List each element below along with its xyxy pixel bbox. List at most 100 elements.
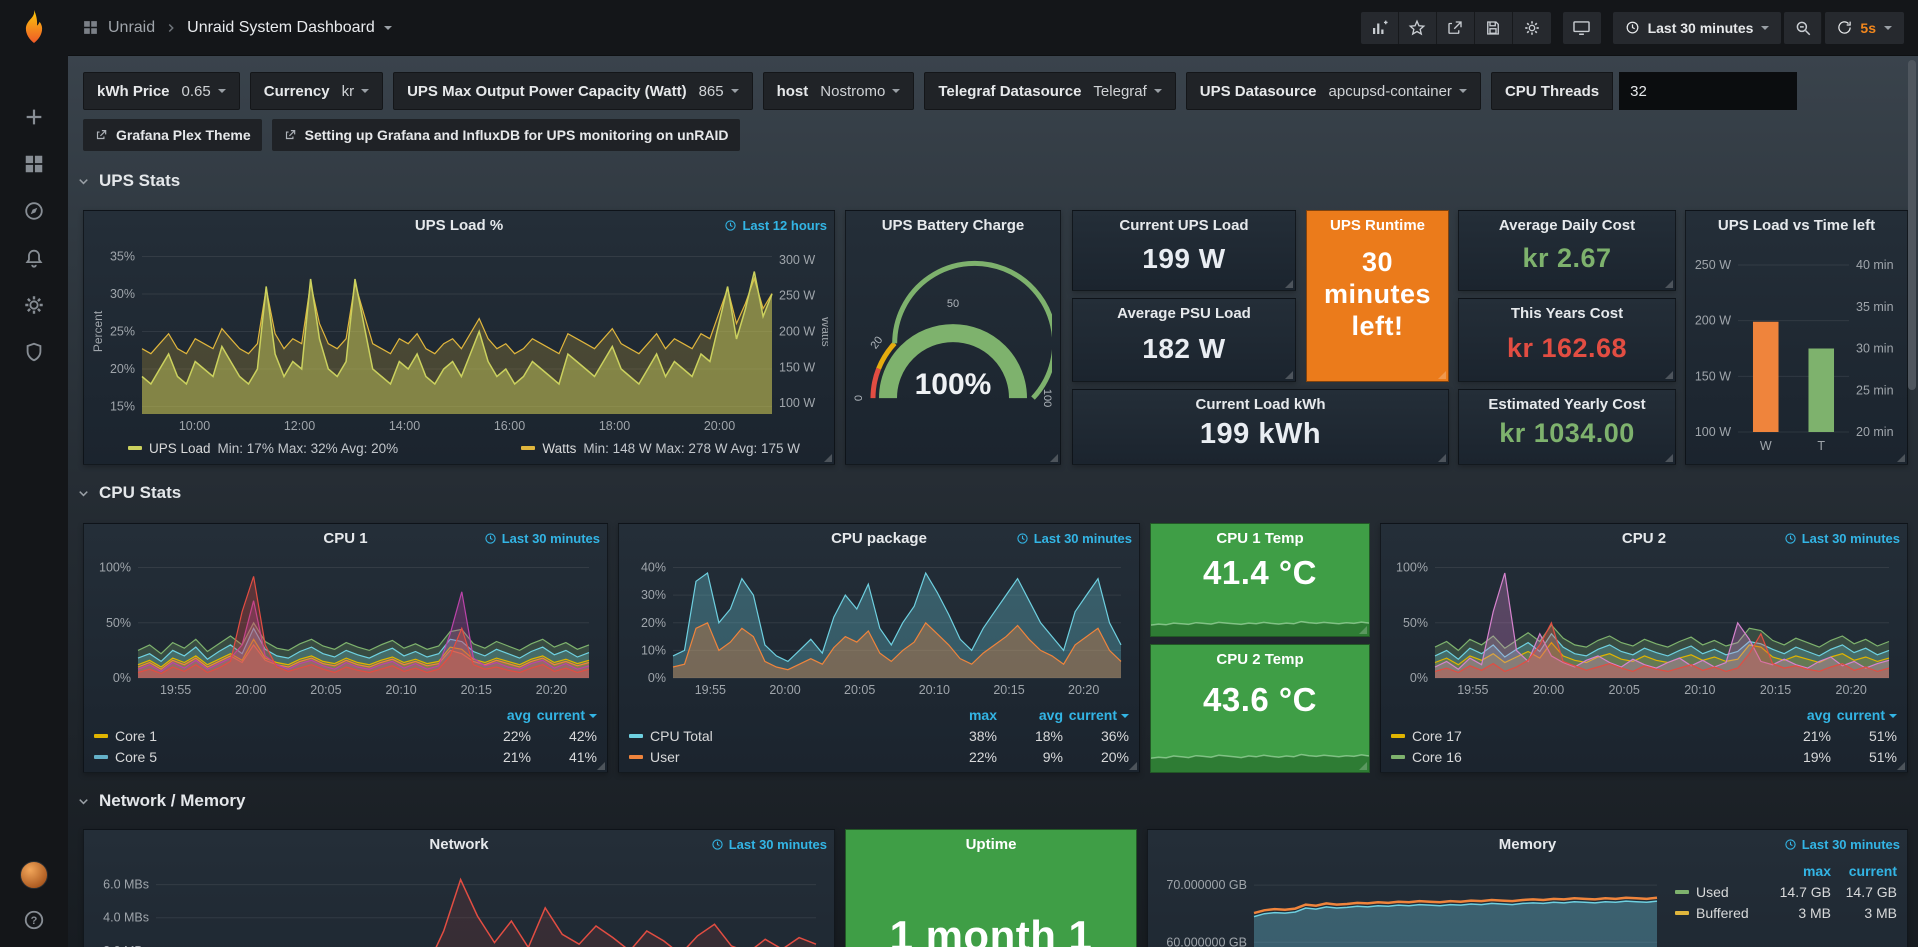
clock-icon	[1625, 20, 1640, 35]
panel-title[interactable]: CPU package	[831, 530, 927, 547]
navbar-actions: Last 30 minutes 5s	[1361, 12, 1904, 44]
row-header-network-memory[interactable]: Network / Memory	[76, 791, 245, 811]
time-range-picker[interactable]: Last 30 minutes	[1613, 12, 1782, 44]
panel-title[interactable]: This Years Cost	[1459, 305, 1675, 322]
load-vs-time-bars[interactable]: 250 W200 W150 W100 W40 min35 min30 min25…	[1690, 239, 1903, 456]
legend-series-toggle[interactable]: Core 16	[1391, 749, 1765, 765]
panel-title[interactable]: Estimated Yearly Cost	[1459, 396, 1675, 413]
panel-title[interactable]: UPS Battery Charge	[882, 217, 1025, 234]
svg-text:35%: 35%	[110, 250, 135, 264]
panel-title[interactable]: Uptime	[846, 836, 1136, 853]
panel-time-badge[interactable]: Last 30 minutes	[711, 837, 827, 852]
row-header-cpu-stats[interactable]: CPU Stats	[76, 483, 181, 503]
network-chart[interactable]: 6.0 MBs4.0 MBs2.0 MBs19:5520:0020:0520:1…	[90, 858, 828, 947]
dashboard-picker-caret-icon[interactable]	[384, 26, 392, 30]
panel-title[interactable]: Average Daily Cost	[1459, 217, 1675, 234]
dashboard-scrollbar[interactable]	[1908, 60, 1916, 390]
ups-load-chart[interactable]: 35%30%25%20%15%300 W250 W200 W150 W100 W…	[90, 239, 828, 434]
cpu2-chart[interactable]: 100%50%0%19:5520:0020:0520:1020:1520:20	[1387, 552, 1901, 698]
panel-title[interactable]: Average PSU Load	[1073, 305, 1295, 322]
dashboards-icon[interactable]	[23, 153, 45, 175]
legend-col-header[interactable]: current	[1831, 707, 1897, 723]
svg-text:70.000000 GB: 70.000000 GB	[1166, 878, 1247, 892]
panel-title[interactable]: CPU 2	[1622, 530, 1666, 547]
refresh-picker[interactable]: 5s	[1825, 12, 1904, 44]
share-dashboard-button[interactable]	[1437, 12, 1475, 44]
variable-value-dropdown[interactable]: 865	[699, 83, 739, 100]
help-icon[interactable]: ?	[23, 909, 45, 931]
legend-series-toggle[interactable]: User	[629, 749, 931, 765]
variable-value-dropdown[interactable]: Nostromo	[820, 83, 900, 100]
add-panel-button[interactable]	[1361, 12, 1399, 44]
caret-down-icon	[731, 89, 739, 93]
cpu-package-chart[interactable]: 40%30%20%10%0%19:5520:0020:0520:1020:152…	[625, 552, 1133, 698]
breadcrumb-folder[interactable]: Unraid	[108, 19, 155, 37]
legend-col-header[interactable]: avg	[997, 707, 1063, 723]
admin-shield-icon[interactable]	[23, 341, 45, 363]
variable-value-dropdown[interactable]: kr	[342, 83, 370, 100]
cpu1-chart[interactable]: 100%50%0%19:5520:0020:0520:1020:1520:20	[90, 552, 601, 698]
legend-col-header[interactable]: avg	[465, 707, 531, 723]
memory-chart[interactable]: 70.000000 GB60.000000 GB50.000000 GB19:5…	[1154, 858, 1667, 947]
star-dashboard-button[interactable]	[1399, 12, 1437, 44]
svg-text:100%: 100%	[1396, 561, 1428, 575]
legend-series-toggle[interactable]: Core 1	[94, 728, 465, 744]
variable-value-dropdown[interactable]: 0.65	[182, 83, 226, 100]
panel-title[interactable]: Current Load kWh	[1073, 396, 1448, 413]
svg-text:14:00: 14:00	[389, 419, 420, 433]
legend-col-header[interactable]: current	[1063, 707, 1129, 723]
panel-title[interactable]: CPU 2 Temp	[1151, 651, 1369, 668]
alerting-bell-icon[interactable]	[23, 247, 45, 269]
panel-title[interactable]: CPU 1 Temp	[1151, 530, 1369, 547]
svg-text:20:00: 20:00	[704, 419, 735, 433]
panel-time-badge[interactable]: Last 30 minutes	[1784, 531, 1900, 546]
explore-compass-icon[interactable]	[23, 200, 45, 222]
legend-item[interactable]: UPS LoadMin: 17% Max: 32% Avg: 20%	[128, 441, 398, 456]
legend-col-header[interactable]: current	[531, 707, 597, 723]
gear-icon	[1523, 19, 1541, 37]
link-grafana-plex-theme[interactable]: Grafana Plex Theme	[83, 119, 262, 151]
panel-time-badge[interactable]: Last 30 minutes	[484, 531, 600, 546]
tv-mode-button[interactable]	[1563, 12, 1601, 44]
dashboard-settings-button[interactable]	[1513, 12, 1551, 44]
legend-col-header[interactable]: current	[1831, 863, 1897, 879]
panel-ups-runtime: UPS Runtime 30 minutes left!	[1306, 210, 1449, 382]
legend-col-header[interactable]: avg	[1765, 707, 1831, 723]
variable-value-dropdown[interactable]: apcupsd-container	[1329, 83, 1467, 100]
caret-down-icon	[1459, 89, 1467, 93]
legend-series-toggle[interactable]: Buffered	[1675, 905, 1765, 921]
configuration-gear-icon[interactable]	[23, 294, 45, 316]
legend-series-toggle[interactable]: CPU Total	[629, 728, 931, 744]
panel-time-badge[interactable]: Last 30 minutes	[1784, 837, 1900, 852]
variable-value-dropdown[interactable]: Telegraf	[1093, 83, 1161, 100]
svg-text:20:00: 20:00	[1533, 683, 1564, 697]
legend-item[interactable]: WattsMin: 148 W Max: 278 W Avg: 175 W	[521, 441, 800, 456]
panel-title[interactable]: CPU 1	[323, 530, 367, 547]
panel-title[interactable]: UPS Load vs Time left	[1718, 217, 1875, 234]
panel-time-badge[interactable]: Last 30 minutes	[1016, 531, 1132, 546]
panel-title[interactable]: Current UPS Load	[1073, 217, 1295, 234]
legend-col-header[interactable]: max	[931, 707, 997, 723]
legend-series-toggle[interactable]: Core 5	[94, 749, 465, 765]
dashboard-title[interactable]: Unraid System Dashboard	[187, 19, 375, 37]
svg-text:Percent: Percent	[91, 310, 105, 352]
legend-col-header[interactable]: max	[1765, 863, 1831, 879]
panel-title[interactable]: UPS Load %	[415, 217, 503, 234]
panel-time-badge[interactable]: Last 12 hours	[724, 218, 827, 233]
cpu-threads-input[interactable]	[1619, 72, 1797, 110]
breadcrumb: Unraid Unraid System Dashboard	[82, 19, 392, 37]
battery-gauge[interactable]: 02050100100%	[854, 239, 1052, 454]
panel-title[interactable]: Memory	[1499, 836, 1557, 853]
row-header-ups-stats[interactable]: UPS Stats	[76, 171, 180, 191]
zoom-out-button[interactable]	[1784, 12, 1822, 44]
link-ups-monitoring-guide[interactable]: Setting up Grafana and InfluxDB for UPS …	[272, 119, 740, 151]
legend-series-toggle[interactable]: Core 17	[1391, 728, 1765, 744]
add-icon[interactable]	[23, 106, 45, 128]
grafana-logo[interactable]	[16, 8, 52, 48]
save-dashboard-button[interactable]	[1475, 12, 1513, 44]
user-avatar[interactable]	[20, 861, 48, 889]
legend-series-toggle[interactable]: Used	[1675, 884, 1765, 900]
panel-title[interactable]: Network	[429, 836, 488, 853]
svg-text:Watts: Watts	[819, 316, 828, 346]
panel-title[interactable]: UPS Runtime	[1307, 217, 1448, 234]
